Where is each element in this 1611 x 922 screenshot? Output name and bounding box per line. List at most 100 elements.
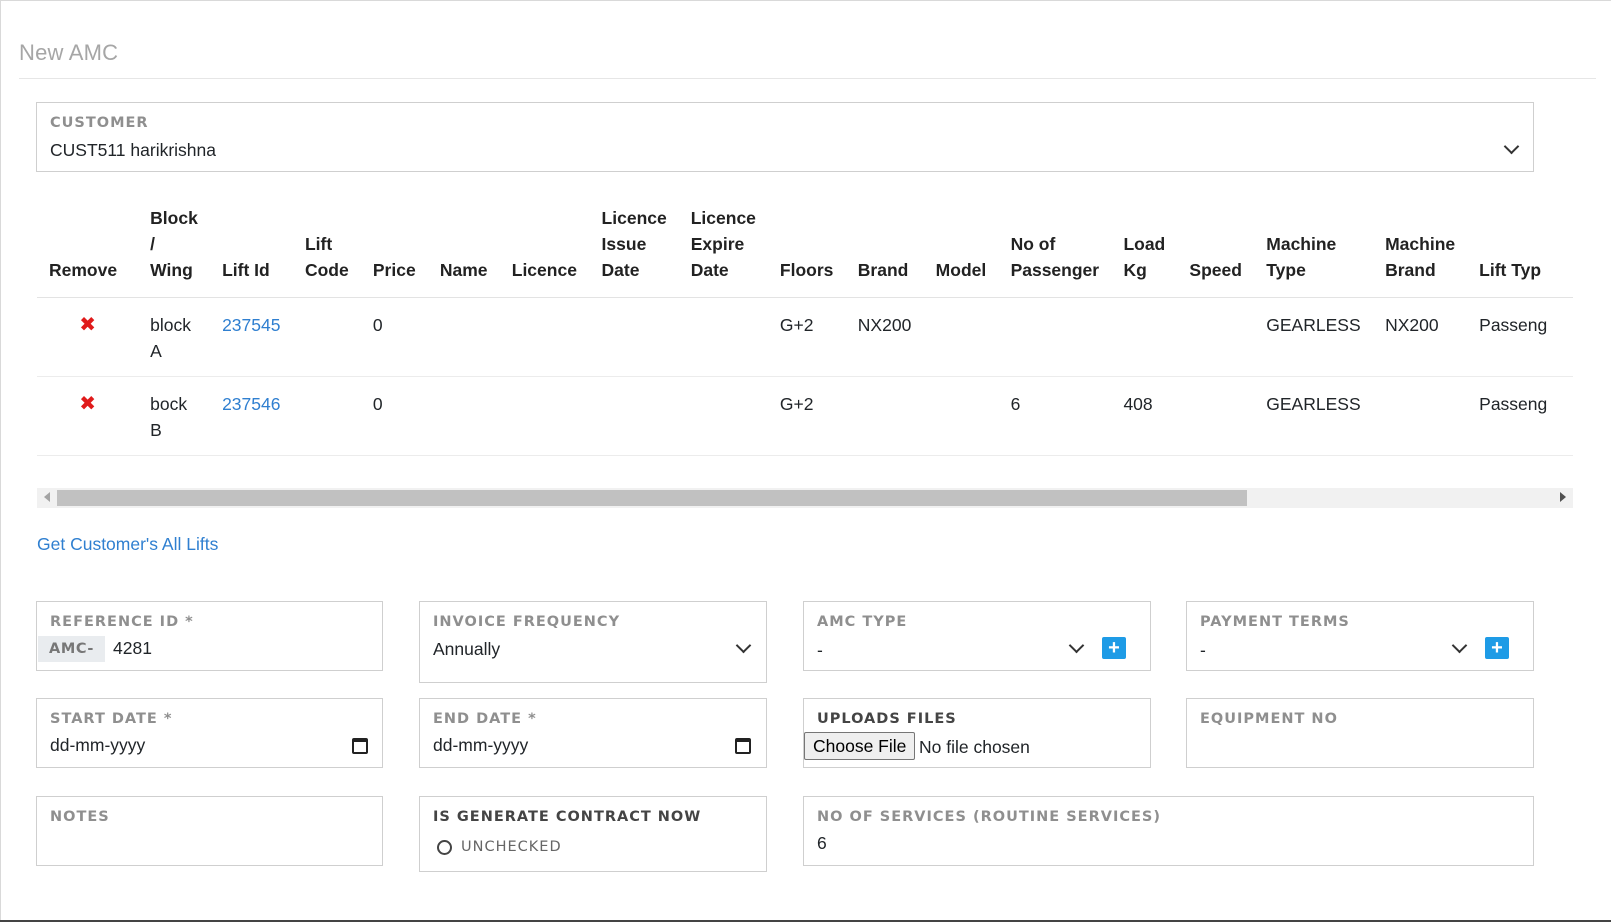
invoice-frequency-select[interactable]: INVOICE FREQUENCY Annually <box>419 601 767 683</box>
col-brand: Brand <box>845 205 924 298</box>
generate-contract-radio[interactable] <box>437 840 452 855</box>
calendar-icon[interactable] <box>352 738 368 754</box>
remove-row-icon[interactable]: ✖ <box>37 376 139 456</box>
cell-name <box>427 297 500 377</box>
no-of-services-field[interactable]: NO OF SERVICES (ROUTINE SERVICES) 6 <box>803 796 1534 866</box>
cell-machine-brand: NX200 <box>1373 297 1468 377</box>
lifts-table: Remove Block / Wing Lift Id Lift Code Price… <box>37 205 1573 456</box>
cell-licence <box>499 376 590 456</box>
customer-select[interactable]: CUSTOMER CUST511 harikrishna <box>36 102 1534 172</box>
equipment-no-field[interactable]: EQUIPMENT NO <box>1186 698 1534 768</box>
cell-brand <box>845 376 924 456</box>
invoice-frequency-label: INVOICE FREQUENCY <box>433 614 621 630</box>
cell-load <box>1111 297 1178 377</box>
cell-floors: G+2 <box>767 376 846 456</box>
col-licence: Licence <box>499 205 590 298</box>
col-model: Model <box>923 205 999 298</box>
col-lift-code: Lift Code <box>292 205 361 298</box>
col-machine-type: Machine Type <box>1254 205 1374 298</box>
table-row: ✖ bock B 237546 0 G+2 6 408 GEARLESS Pas… <box>37 376 1573 456</box>
cell-passengers: 6 <box>998 376 1112 456</box>
customer-value: CUST511 harikrishna <box>50 140 216 160</box>
cell-expire-date <box>678 376 768 456</box>
col-price: Price <box>360 205 428 298</box>
calendar-icon[interactable] <box>735 738 751 754</box>
chevron-down-icon <box>1503 138 1520 155</box>
chevron-down-icon <box>1068 637 1085 654</box>
cell-machine-type: GEARLESS <box>1254 376 1374 456</box>
notes-field[interactable]: NOTES <box>36 796 383 866</box>
scroll-right-arrow-icon[interactable] <box>1560 492 1566 502</box>
col-machine-brand: Machine Brand <box>1373 205 1468 298</box>
chevron-down-icon <box>1451 637 1468 654</box>
scroll-left-arrow-icon[interactable] <box>44 492 50 502</box>
col-speed: Speed <box>1177 205 1255 298</box>
cell-speed <box>1177 376 1255 456</box>
cell-price: 0 <box>360 376 428 456</box>
get-customer-all-lifts-link[interactable]: Get Customer's All Lifts <box>37 534 218 555</box>
amc-type-select[interactable]: AMC TYPE - + <box>803 601 1151 671</box>
notes-label: NOTES <box>50 809 110 825</box>
scrollbar-thumb[interactable] <box>57 490 1247 506</box>
table-horizontal-scrollbar[interactable] <box>37 488 1573 508</box>
reference-id-field[interactable]: REFERENCE ID * AMC- 4281 <box>36 601 383 671</box>
end-date-field[interactable]: END DATE * dd-mm-yyyy <box>419 698 767 768</box>
add-amc-type-button[interactable]: + <box>1102 637 1126 659</box>
table-header-row: Remove Block / Wing Lift Id Lift Code Price… <box>37 205 1573 298</box>
col-block-wing: Block / Wing <box>138 205 211 298</box>
page-title: New AMC <box>19 40 119 65</box>
frame-border-top <box>0 0 1611 1</box>
cell-lift-code <box>292 297 361 377</box>
uploads-files-label: UPLOADS FILES <box>817 711 957 727</box>
cell-load: 408 <box>1111 376 1178 456</box>
uploads-files-field: UPLOADS FILES Choose File No file chosen <box>803 698 1151 768</box>
cell-brand: NX200 <box>845 297 924 377</box>
col-name: Name <box>427 205 500 298</box>
cell-speed <box>1177 297 1255 377</box>
frame-border-left <box>0 0 1 922</box>
no-of-services-label: NO OF SERVICES (ROUTINE SERVICES) <box>817 809 1161 825</box>
cell-machine-brand <box>1373 376 1468 456</box>
end-date-input[interactable]: dd-mm-yyyy <box>433 735 528 756</box>
add-payment-terms-button[interactable]: + <box>1485 637 1509 659</box>
reference-id-value[interactable]: 4281 <box>113 638 152 659</box>
start-date-label: START DATE * <box>50 711 173 727</box>
col-floors: Floors <box>767 205 846 298</box>
col-licence-issue-date: Licence Issue Date <box>589 205 679 298</box>
choose-file-button[interactable]: Choose File <box>804 732 916 760</box>
generate-contract-label: IS GENERATE CONTRACT NOW <box>433 809 702 825</box>
lift-id-link[interactable]: 237545 <box>222 315 280 335</box>
file-status-text: No file chosen <box>919 737 1030 757</box>
col-licence-expire-date: Licence Expire Date <box>678 205 768 298</box>
payment-terms-select[interactable]: PAYMENT TERMS - + <box>1186 601 1534 671</box>
equipment-no-label: EQUIPMENT NO <box>1200 711 1338 727</box>
remove-row-icon[interactable]: ✖ <box>37 297 139 377</box>
lifts-table-container[interactable]: Remove Block / Wing Lift Id Lift Code Price… <box>37 205 1573 490</box>
table-row: ✖ block A 237545 0 G+2 NX200 GEARLESS NX… <box>37 297 1573 377</box>
generate-contract-state[interactable]: UNCHECKED <box>461 839 562 855</box>
col-no-of-passenger: No of Passenger <box>998 205 1112 298</box>
reference-id-prefix: AMC- <box>38 636 106 662</box>
cell-expire-date <box>678 297 768 377</box>
start-date-input[interactable]: dd-mm-yyyy <box>50 735 145 756</box>
col-load-kg: Load Kg <box>1111 205 1178 298</box>
start-date-field[interactable]: START DATE * dd-mm-yyyy <box>36 698 383 768</box>
no-of-services-input[interactable]: 6 <box>817 833 827 854</box>
end-date-label: END DATE * <box>433 711 537 727</box>
customer-label: CUSTOMER <box>50 115 149 131</box>
cell-licence <box>499 297 590 377</box>
cell-machine-type: GEARLESS <box>1254 297 1374 377</box>
generate-contract-field: IS GENERATE CONTRACT NOW UNCHECKED <box>419 796 767 872</box>
col-remove: Remove <box>37 205 139 298</box>
cell-lift-code <box>292 376 361 456</box>
chevron-down-icon <box>735 637 752 654</box>
cell-issue-date <box>589 376 679 456</box>
reference-id-label: REFERENCE ID * <box>50 614 194 630</box>
lift-id-link[interactable]: 237546 <box>222 394 280 414</box>
cell-price: 0 <box>360 297 428 377</box>
amc-type-label: AMC TYPE <box>817 614 908 630</box>
cell-floors: G+2 <box>767 297 846 377</box>
amc-type-value: - <box>817 640 823 660</box>
cell-passengers <box>998 297 1112 377</box>
title-divider <box>19 78 1596 79</box>
